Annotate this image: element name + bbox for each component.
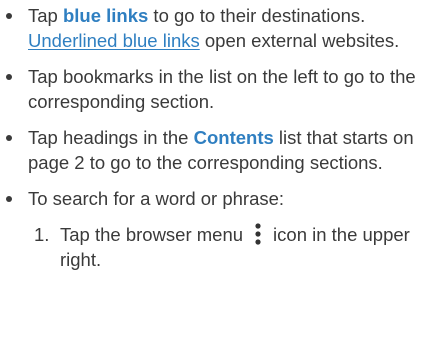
bullet-icon — [6, 135, 12, 141]
item-text: To search for a word or phrase: — [28, 188, 285, 209]
list-item: Tap bookmarks in the list on the left to… — [0, 64, 428, 114]
step-number: 1. — [34, 224, 50, 245]
list-item: Tap blue links to go to their destinatio… — [0, 3, 428, 53]
contents-link[interactable]: Contents — [194, 127, 274, 148]
search-steps-list: 1. Tap the browser menu icon in the upper… — [28, 222, 428, 272]
list-item: To search for a word or phrase: 1. Tap t… — [0, 186, 428, 272]
instructions-list: Tap blue links to go to their destinatio… — [0, 3, 436, 272]
help-content: Tap blue links to go to their destinatio… — [0, 0, 436, 283]
kebab-menu-icon — [251, 223, 265, 245]
list-item: Tap headings in the Contents list that s… — [0, 125, 428, 175]
item-text: to go to their destinations. — [148, 5, 366, 26]
item-text: Tap bookmarks in the list on the left to… — [28, 66, 416, 112]
step-item: 1. Tap the browser menu icon in the upper… — [28, 222, 430, 272]
bullet-icon — [6, 74, 12, 80]
item-text: open external websites. — [199, 30, 400, 51]
bullet-icon — [6, 13, 12, 19]
underlined-links-link[interactable]: Underlined blue links — [28, 30, 200, 51]
blue-links-link[interactable]: blue links — [63, 5, 148, 26]
bullet-icon — [6, 196, 12, 202]
step-text: Tap the browser menu — [60, 224, 244, 245]
item-text: Tap headings in the — [28, 127, 194, 148]
item-text: Tap — [28, 5, 63, 26]
